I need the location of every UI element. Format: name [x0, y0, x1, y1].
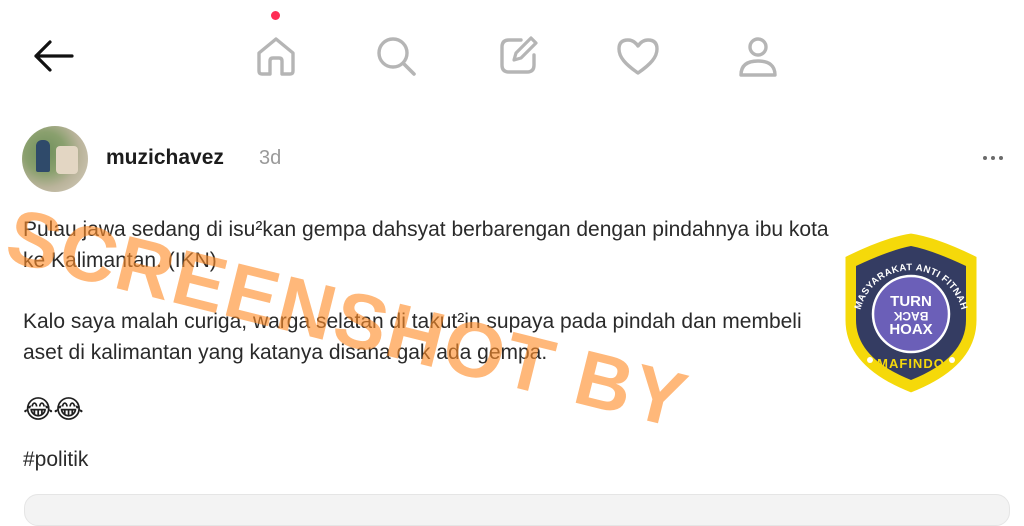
search-icon: [377, 37, 416, 76]
nav-activity-button[interactable]: [614, 32, 662, 80]
home-icon: [257, 37, 295, 76]
badge-turn-text: TURN: [890, 293, 932, 310]
post-username[interactable]: muzichavez: [106, 146, 224, 170]
compose-icon: [500, 36, 538, 74]
badge-mafindo-text: MAFINDO: [877, 356, 945, 371]
reply-bar[interactable]: [24, 494, 1010, 526]
post-time: 3d: [259, 147, 282, 169]
more-dot-icon: [983, 156, 987, 160]
more-dot-icon: [999, 156, 1003, 160]
heart-icon: [617, 38, 659, 75]
profile-icon: [739, 37, 777, 77]
more-dot-icon: [991, 156, 995, 160]
top-nav-bar: [0, 0, 1024, 100]
back-button[interactable]: [32, 38, 76, 74]
post-hashtag[interactable]: #politik: [23, 448, 88, 472]
badge-hoax-text: HOAX: [889, 321, 932, 338]
nav-search-button[interactable]: [372, 32, 420, 80]
nav-profile-button[interactable]: [734, 32, 782, 80]
more-options-button[interactable]: [978, 146, 1008, 170]
avatar[interactable]: [22, 126, 88, 192]
nav-home-button[interactable]: [252, 32, 300, 80]
turnbackhoax-badge: MASYARAKAT ANTI FITNAH INDONESIA TURN BA…: [830, 220, 988, 398]
post-emoji: 😂😂: [23, 394, 84, 424]
nav-compose-button[interactable]: [494, 32, 542, 80]
arrow-left-icon: [34, 40, 74, 72]
notification-dot: [271, 11, 280, 20]
